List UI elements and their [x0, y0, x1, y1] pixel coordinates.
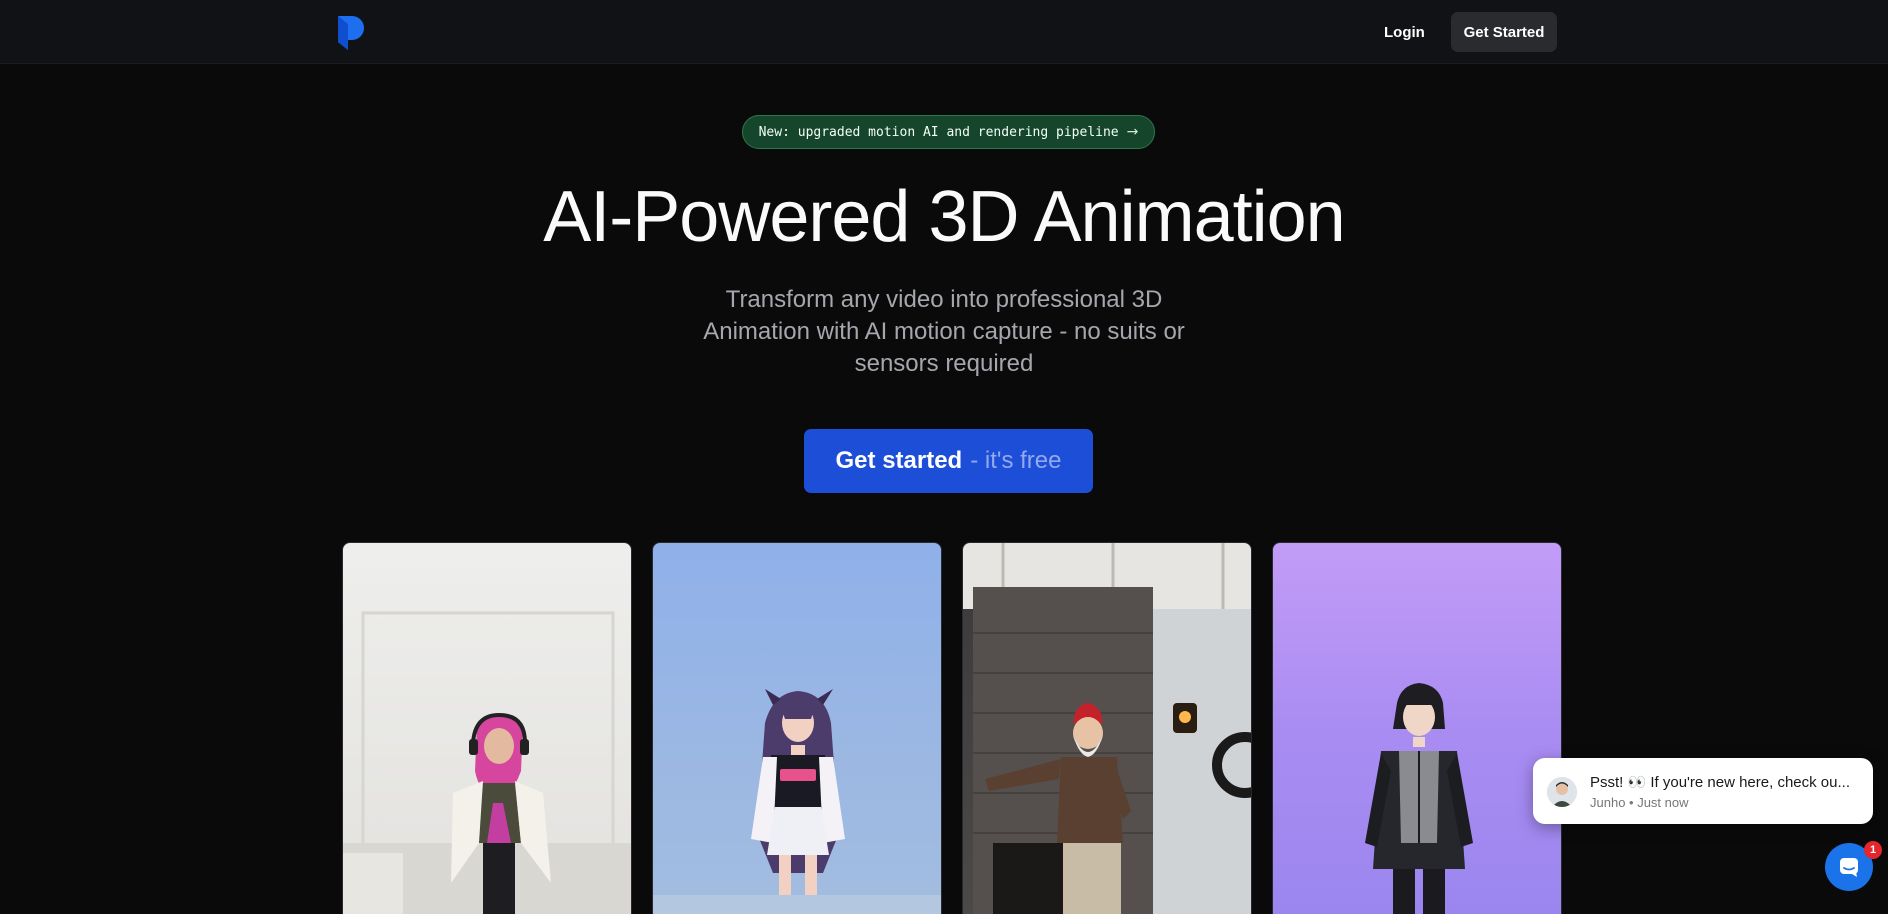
- cta-main-label: Get started: [835, 447, 963, 474]
- hero-title: AI-Powered 3D Animation: [543, 177, 1345, 257]
- cta-suffix-label: - it's free: [970, 447, 1062, 474]
- man-in-red-beanie-image: [963, 543, 1251, 914]
- hero-subtitle: Transform any video into professional 3D…: [703, 286, 1185, 377]
- chat-message-popup[interactable]: Psst! 👀 If you're new here, check ou... …: [1533, 758, 1873, 824]
- announcement-pill[interactable]: New: upgraded motion AI and rendering pi…: [742, 115, 1155, 149]
- brand-logo-icon[interactable]: [336, 14, 366, 52]
- demo-card-woman-video[interactable]: [342, 542, 632, 914]
- chat-message-text: Psst! 👀 If you're new here, check ou...: [1590, 774, 1850, 791]
- demo-card-anime-girl[interactable]: [652, 542, 942, 914]
- get-started-free-button[interactable]: Get started - it's free: [804, 429, 1093, 493]
- anime-girl-character-image: [653, 689, 941, 914]
- chat-message-meta: Junho • Just now: [1590, 795, 1689, 810]
- agent-avatar: [1547, 777, 1577, 807]
- demo-card-man-video[interactable]: [962, 542, 1252, 914]
- woman-with-headphones-image: [343, 611, 631, 914]
- login-link[interactable]: Login: [1372, 14, 1437, 50]
- arrow-right-icon: →: [1126, 124, 1139, 140]
- chat-icon: [1840, 858, 1858, 877]
- get-started-nav-button[interactable]: Get Started: [1451, 12, 1557, 52]
- demo-card-anime-boy[interactable]: [1272, 542, 1562, 914]
- unread-count-badge: 1: [1864, 841, 1882, 859]
- anime-boy-character-image: [1365, 683, 1473, 914]
- top-nav: Login Get Started: [0, 0, 1888, 64]
- announcement-text: New: upgraded motion AI and rendering pi…: [758, 124, 1119, 140]
